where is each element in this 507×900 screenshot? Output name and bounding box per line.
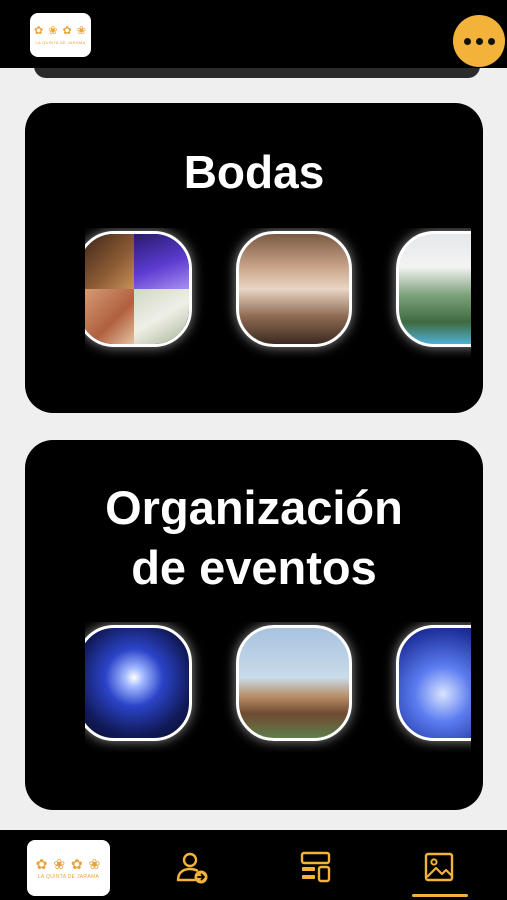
logo-mark: ✿ ❀ ✿ ❀ [35,855,102,872]
profile-arrow-icon[interactable] [173,848,213,888]
events-thumb-3[interactable] [396,625,471,741]
gallery-icon[interactable] [420,848,460,888]
events-card[interactable]: Organización de eventos [25,440,483,810]
events-thumb-1[interactable] [85,625,192,741]
layout-icon[interactable] [296,848,336,888]
weddings-title: Bodas [183,146,325,198]
more-menu-button[interactable] [453,15,505,67]
events-thumb-2[interactable] [236,625,352,741]
more-dot [487,37,495,45]
events-title-line-2: de eventos [131,541,377,594]
weddings-thumb-2[interactable] [236,231,352,347]
events-carousel[interactable] [85,622,471,752]
active-tab-indicator [412,894,468,897]
more-dot [475,37,483,45]
top-bar: ✿ ❀ ✿ ❀ LA QUINTA DE JARAMA [0,0,507,68]
events-title-line-1: Organización [105,481,403,534]
weddings-thumb-3[interactable] [396,231,471,347]
logo-text: LA QUINTA DE JARAMA [37,873,100,880]
weddings-card[interactable]: Bodas [25,103,483,413]
nav-home-logo[interactable]: ✿ ❀ ✿ ❀ LA QUINTA DE JARAMA [27,840,110,896]
weddings-carousel[interactable] [85,228,471,358]
logo-mark: ✿ ❀ ✿ ❀ [33,24,88,37]
weddings-thumb-1[interactable] [85,231,192,347]
logo-text: LA QUINTA DE JARAMA [35,39,86,45]
bottom-navigation: ✿ ❀ ✿ ❀ LA QUINTA DE JARAMA [0,830,507,900]
more-dot [463,37,471,45]
brand-logo[interactable]: ✿ ❀ ✿ ❀ LA QUINTA DE JARAMA [30,13,91,57]
